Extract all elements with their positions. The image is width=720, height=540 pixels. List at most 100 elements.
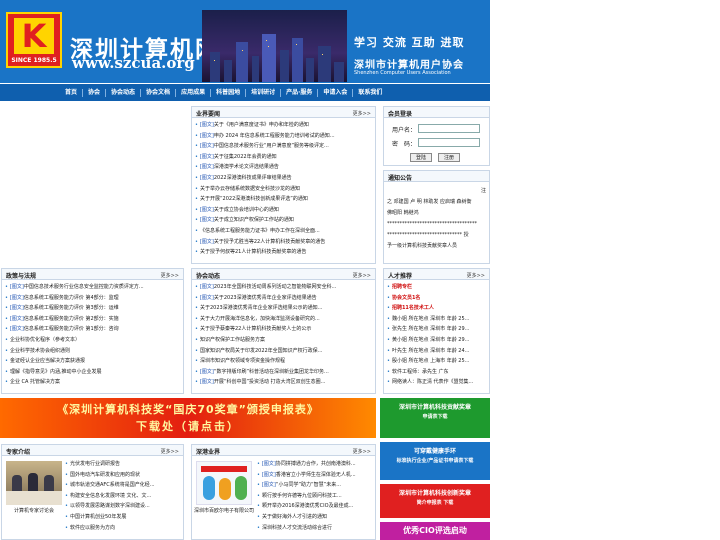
list-item[interactable]: • [图文]信息系统工程服务能力评价 第2部分：实施: [5, 314, 180, 325]
more-link[interactable]: 更多>>: [353, 448, 371, 455]
list-item[interactable]: • [图文]关于授予尤胜当等22人计算机科技贡献奖章的通告: [195, 237, 372, 248]
activity-list: • [图文]2023年全国科技活动周系列活动之智能物联网安全科... • [图文]关于…: [192, 280, 375, 390]
username-input[interactable]: [418, 124, 480, 133]
list-item[interactable]: • [图文]关于2023深港澳优秀青年企业家评选结果通告: [195, 293, 372, 304]
list-item[interactable]: • [图文]2022深港澳科技成果评审结果通告: [195, 173, 372, 184]
list-item[interactable]: • 网络读人：陈正清 代表作《盟觉集...: [387, 377, 486, 388]
list-item[interactable]: • 招聘专栏: [387, 282, 486, 293]
talent-list: • 招聘专栏 • 协会文员1名 • 招聘11名技术工人 • 魏小姐 所在地点 深圳市 年龄 2…: [384, 280, 489, 390]
nav-item-home[interactable]: 首页: [60, 88, 84, 97]
list-item[interactable]: • [图文]信息系统工程服务能力评价 第1部分：咨询: [5, 324, 180, 335]
list-item-text: 魏小姐 所在地点 深圳市 年龄 25...: [391, 315, 470, 322]
list-item[interactable]: • 颗行按手何许德等九位顾问科技工...: [257, 491, 373, 502]
list-item[interactable]: • 叶先生 所在地点 深圳市 年龄 24...: [387, 346, 486, 357]
password-input[interactable]: [418, 138, 480, 147]
list-item[interactable]: • [图文]中国信息技术服务行业信息安全监控能力资质评定方...: [5, 282, 180, 293]
list-item[interactable]: • 软件应以服务为方向: [65, 523, 181, 534]
company-ad-image[interactable]: [196, 461, 252, 505]
list-item[interactable]: • [图文]信息系统工程服务能力评价 第4部分：监理: [5, 293, 180, 304]
list-item[interactable]: • 深圳科技人才交流活动综合进行: [257, 523, 373, 534]
bullet-icon: •: [195, 294, 198, 301]
talent-panel: 人才推荐 更多>> • 招聘专栏 • 协会文员1名 • 招聘11名技术工人 • 魏小姐 所在地…: [383, 268, 490, 394]
side-ad-innovation[interactable]: 深圳市计算机科技创新奖章 简介申报表 下载: [380, 484, 490, 518]
list-item[interactable]: • [图文]协同拼搏通力合作，共创南港澳科...: [257, 459, 373, 470]
expert-meeting-photo[interactable]: [6, 461, 62, 505]
side-ad-contribution[interactable]: 深圳市计算机科技贡献奖章 申请表下载: [380, 398, 490, 438]
side-ad-cio[interactable]: 优秀CIO评选启动: [380, 522, 490, 540]
item-tag: [图文]: [199, 238, 214, 245]
list-item[interactable]: • [图文]关于成立知识产权保护工作站的通知: [195, 215, 372, 226]
list-item[interactable]: • 理解《指导意见》内涵,推动中小企业发展: [5, 367, 180, 378]
list-item[interactable]: • 魏小姐 所在地点 深圳市 年龄 25...: [387, 314, 486, 325]
list-item[interactable]: • 软件工程师：承先生 广东: [387, 367, 486, 378]
list-item[interactable]: • [图文]申办 2024 年信息系统工程服务能力培训考试的通知...: [195, 131, 372, 142]
list-item[interactable]: • 以领导发展思路谋划数字深圳建设...: [65, 501, 181, 512]
list-item[interactable]: • [图文]中国信息技术服务行业“用户满意度”服务等级评定...: [195, 141, 372, 152]
list-item[interactable]: • 殷小姐 所在地点 上海市 年龄 25...: [387, 356, 486, 367]
more-link[interactable]: 更多>>: [161, 448, 179, 455]
bullet-icon: •: [387, 336, 390, 343]
nav-item-association[interactable]: 协会: [83, 88, 107, 97]
nav-item-join[interactable]: 申请入会: [318, 88, 354, 97]
logo[interactable]: K SINCE 1985.5: [6, 12, 62, 68]
list-item[interactable]: • [图文]关于成立协会培训中心的通知: [195, 205, 372, 216]
industry-news-panel: 业界要闻 更多>> • [图文]关于《用户满意度证书》申办和年检的通知 • [图文]申…: [191, 106, 376, 264]
nav-item-training[interactable]: 培训研讨: [246, 88, 282, 97]
more-link[interactable]: 更多>>: [467, 272, 485, 279]
list-item[interactable]: • 国家知识产权局关于印发2022年全国知识产权行政保...: [195, 346, 372, 357]
panel-title: 业界要闻: [196, 111, 221, 118]
list-item[interactable]: • [图文]深港澳学术论文评选结果通告: [195, 162, 372, 173]
nav-item-achievements[interactable]: 应用成果: [176, 88, 212, 97]
side-ad-wristband[interactable]: 可穿戴健康手环 标准执行企业/产品证书申请表下载: [380, 442, 490, 480]
more-link[interactable]: 更多>>: [161, 272, 179, 279]
list-item[interactable]: • 招聘11名技术工人: [387, 303, 486, 314]
list-item[interactable]: • 关于授予何叔等21人计算机科技贡献奖章的通告: [195, 247, 372, 258]
nav-item-contact[interactable]: 联系我们: [353, 89, 387, 97]
list-item[interactable]: • 张先生 所在地点 深圳市 年龄 29...: [387, 324, 486, 335]
list-item[interactable]: • [图文]关于《用户满意度证书》申办和年检的通知: [195, 120, 372, 131]
list-item[interactable]: • 金证经认企业应当解决方案获通报: [5, 356, 180, 367]
list-item[interactable]: • [图文]开展“科创中国”投资活动 打造大湾区双创生态圈...: [195, 377, 372, 388]
list-item[interactable]: • 光伏发电行业调研报告: [65, 459, 181, 470]
list-item[interactable]: • [图文]“小马同学”助力“智慧”未来...: [257, 480, 373, 491]
list-item[interactable]: • 关于做好海外人才引进的通知: [257, 512, 373, 523]
bullet-icon: •: [195, 358, 198, 365]
list-item[interactable]: • 颗开举办2016深港澳优秀CIO及最佳成...: [257, 501, 373, 512]
list-item[interactable]: • 城市轨道交通AFC系统将是国产化经...: [65, 480, 181, 491]
list-item-text: 信息系统工程服务能力评价 第2部分：实施: [23, 315, 119, 322]
list-item[interactable]: • [图文]信息系统工程服务能力评价 第3部分：运维: [5, 303, 180, 314]
list-item[interactable]: • 企业科协优化程序（参考文本）: [5, 335, 180, 346]
item-tag: [图文]: [199, 122, 214, 128]
list-item[interactable]: • 国外电动汽车研发和应用的现状: [65, 470, 181, 481]
list-item[interactable]: • 关于举办云存储系统数据安全科技沙龙的通知: [195, 184, 372, 195]
list-item[interactable]: • 协会文员1名: [387, 293, 486, 304]
list-item[interactable]: • [图文]香港官立小学师生在深体验无人机...: [257, 470, 373, 481]
member-login-panel: 会员登录 用户名： 密 码： 登陆 注册: [383, 106, 490, 166]
list-item[interactable]: • 企业科学技术协会组织通则: [5, 346, 180, 357]
list-item[interactable]: • 构建安全信息化发展环境 文化、文...: [65, 491, 181, 502]
list-item[interactable]: • 深圳市知识产权领域专项资金操作规程: [195, 356, 372, 367]
list-item[interactable]: • 关于授予蔡秦等22人计算机科技贡献奖人士的公示: [195, 324, 372, 335]
slogan: 学习 交流 互助 进取: [354, 36, 465, 49]
list-item[interactable]: • [图文]“数字排版印刷”科普活动在深圳新业集团龙华印务...: [195, 367, 372, 378]
list-item[interactable]: • 企业 CA 托管解决方案: [5, 377, 180, 388]
register-button[interactable]: 注册: [438, 153, 460, 162]
list-item[interactable]: • 关于大力开展海洋信息化，加快海洋监测设备研究的...: [195, 314, 372, 325]
more-link[interactable]: 更多>>: [353, 272, 371, 279]
list-item[interactable]: • 中国计算机创业50年发展: [65, 512, 181, 523]
list-item[interactable]: • 知识产权保护工作站服务方案: [195, 335, 372, 346]
nav-item-science[interactable]: 科普园地: [211, 88, 247, 97]
list-item[interactable]: • 关于2023深港澳优秀青年企业家评选结果公示的通知...: [195, 303, 372, 314]
list-item[interactable]: • 关于开展“2022深港澳科技创新成果评选”的通知: [195, 194, 372, 205]
list-item[interactable]: • [图文]关于征集2022年会费的通知: [195, 152, 372, 163]
list-item[interactable]: • 黄小姐 所在地点 深圳市 年龄 29...: [387, 335, 486, 346]
list-item-text: 中国信息技术服务行业信息安全监控能力资质评定方...: [23, 284, 144, 290]
nav-item-news[interactable]: 协会动态: [106, 88, 142, 97]
nav-item-products[interactable]: 产品·服务: [281, 88, 319, 97]
more-link[interactable]: 更多>>: [353, 110, 371, 117]
login-button[interactable]: 登陆: [410, 153, 432, 162]
list-item[interactable]: • [图文]2023年全国科技活动周系列活动之智能物联网安全科...: [195, 282, 372, 293]
award-banner[interactable]: 《深圳计算机科技奖“国庆70奖章”颁授申报表》 下载处（请点击）: [0, 398, 376, 438]
nav-item-documents[interactable]: 协会文档: [141, 88, 177, 97]
list-item[interactable]: • 《信息系统工程服务能力证书》申办工作在深圳全面...: [195, 226, 372, 237]
